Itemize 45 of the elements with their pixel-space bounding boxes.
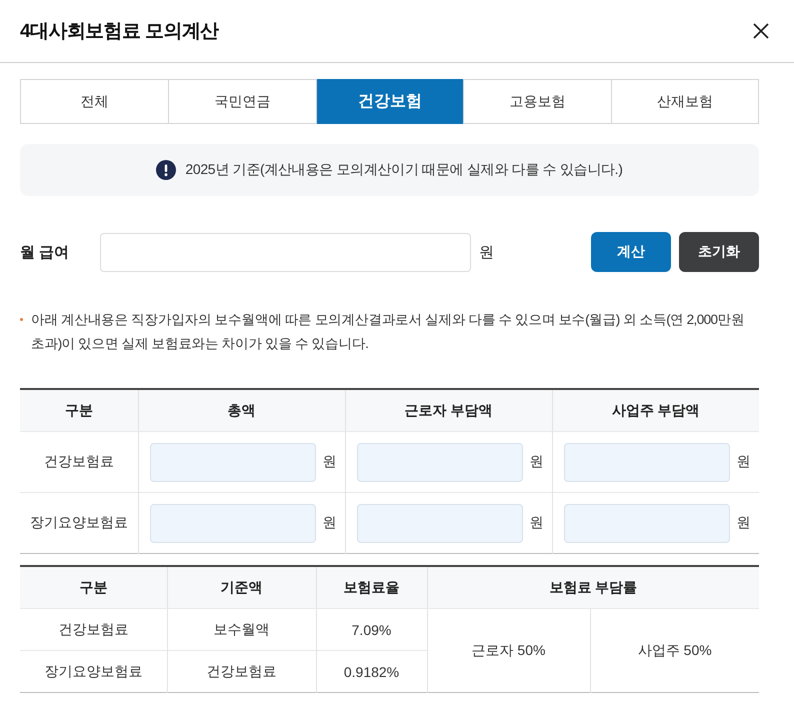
unit-label: 원	[736, 453, 750, 471]
table-header-cell: 보험료율	[316, 566, 427, 608]
calculate-button[interactable]: 계산	[591, 232, 671, 272]
unit-label: 원	[736, 514, 750, 532]
tab[interactable]: 고용보험	[463, 80, 611, 123]
bullet-icon	[20, 318, 23, 321]
salary-input-field[interactable]	[100, 232, 471, 272]
table-header-cell: 구분	[20, 389, 138, 432]
unit-label: 원	[322, 514, 336, 532]
alert-icon	[156, 160, 176, 180]
amount-field[interactable]	[356, 442, 522, 482]
notice-text: 2025년 기준(계산내용은 모의계산이기 때문에 실제와 다를 수 있습니다.)	[185, 161, 623, 179]
tab[interactable]: 산재보험	[610, 80, 758, 123]
table-cell: 건강보험료	[167, 650, 316, 692]
reset-button[interactable]: 초기화	[679, 232, 759, 272]
table-header-cell: 총액	[138, 389, 345, 432]
amount-field[interactable]	[150, 442, 316, 482]
table-cell: 0.9182%	[316, 650, 427, 692]
table-cell: 사업주 50%	[590, 608, 760, 692]
note-text: 아래 계산내용은 직장가입자의 보수월액에 따른 모의계산결과로서 실제와 다를 수 있으며 보수(월급) 외 소득(연 2,000만원 초과)이 있으면 실제 보험료와는 차이가 있을 수 있습니다.	[31, 311, 746, 353]
amount-field[interactable]	[564, 504, 730, 542]
table-header-cell: 보험료 부담률	[427, 566, 760, 608]
unit-label: 원	[530, 514, 544, 532]
table-cell: 근로자 50%	[427, 608, 590, 692]
table-header-cell: 근로자 부담액	[345, 389, 552, 432]
unit-label: 원	[530, 453, 544, 471]
unit-label: 원	[322, 453, 336, 471]
table-header-cell: 구분	[20, 566, 167, 608]
table-cell: 건강보험료	[20, 432, 138, 492]
table-cell: 장기요양보험료	[20, 650, 167, 692]
table-cell: 보수월액	[167, 608, 316, 650]
amount-field[interactable]	[564, 442, 730, 482]
table-cell: 7.09%	[316, 608, 427, 650]
salary-label: 월 급여	[20, 242, 70, 262]
table-header-cell: 사업주 부담액	[552, 389, 759, 432]
dialog-title: 4대사회보험료 모의계산	[20, 20, 219, 44]
tab[interactable]: 건강보험	[316, 79, 464, 124]
amount-field[interactable]	[356, 504, 522, 542]
close-icon[interactable]	[753, 23, 769, 39]
amount-field[interactable]	[150, 504, 316, 542]
tab[interactable]: 전체	[21, 80, 168, 123]
table-header-cell: 기준액	[167, 566, 316, 608]
unit-label: 원	[479, 242, 494, 262]
table-cell: 건강보험료	[20, 608, 167, 650]
table-cell: 장기요양보험료	[20, 492, 138, 554]
